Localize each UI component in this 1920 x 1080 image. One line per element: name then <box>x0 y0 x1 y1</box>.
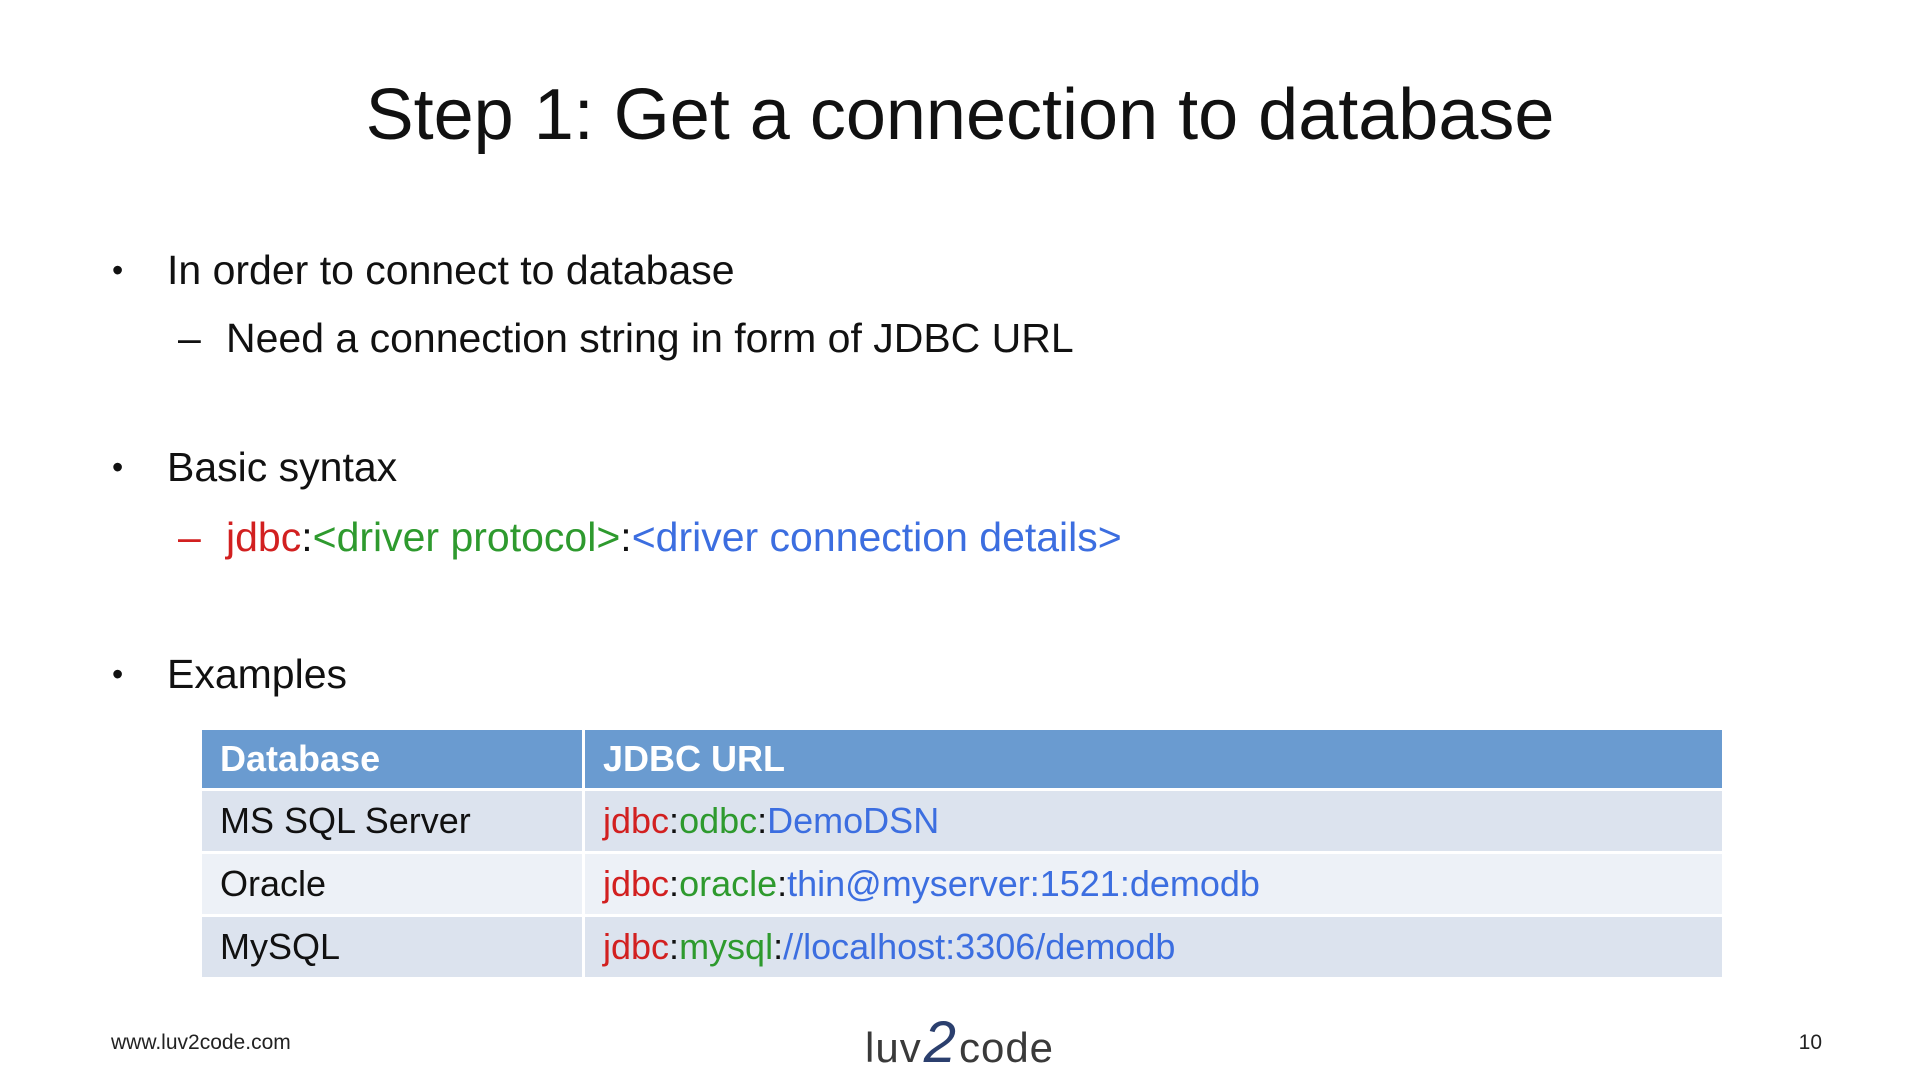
url-details: //localhost:3306/demodb <box>783 926 1176 967</box>
url-separator: : <box>773 926 784 967</box>
table-row: Oracle jdbc:oracle:thin@myserver:1521:de… <box>202 852 1722 917</box>
url-separator: : <box>669 926 680 967</box>
bullet-text: Basic syntax <box>167 444 398 490</box>
url-prefix: jdbc <box>603 926 670 967</box>
bullet-examples: • Examples <box>112 648 347 700</box>
syntax-separator: : <box>620 514 632 560</box>
syntax-line: jdbc:<driver protocol>:<driver connectio… <box>226 511 1122 563</box>
bullet-dot-icon: • <box>112 449 124 485</box>
sub-bullet-syntax: – jdbc:<driver protocol>:<driver connect… <box>178 511 1122 563</box>
dash-icon: – <box>178 315 201 361</box>
bullet-basic-syntax: • Basic syntax <box>112 441 397 493</box>
table-cell-database: Oracle <box>202 852 585 917</box>
slide-title: Step 1: Get a connection to database <box>365 75 1555 155</box>
url-details: DemoDSN <box>767 800 940 841</box>
syntax-prefix: jdbc <box>226 514 302 560</box>
url-prefix: jdbc <box>603 800 670 841</box>
logo-text-right: code <box>958 1024 1055 1071</box>
syntax-details: <driver connection details> <box>631 514 1122 560</box>
syntax-separator: : <box>301 514 313 560</box>
table-cell-jdbc-url: jdbc:odbc:DemoDSN <box>583 789 1722 854</box>
table-header-row: Database JDBC URL <box>202 730 1722 791</box>
table-row: MS SQL Server jdbc:odbc:DemoDSN <box>202 789 1722 854</box>
table-cell-jdbc-url: jdbc:oracle:thin@myserver:1521:demodb <box>583 852 1722 917</box>
logo-text-two: 2 <box>923 1010 957 1075</box>
url-separator: : <box>777 863 788 904</box>
bullet-text: Examples <box>167 651 348 697</box>
table-cell-jdbc-url: jdbc:mysql://localhost:3306/demodb <box>583 915 1722 980</box>
url-protocol: mysql <box>679 926 774 967</box>
table-cell-database: MySQL <box>202 915 585 980</box>
url-prefix: jdbc <box>603 863 670 904</box>
sub-bullet-connection-string: – Need a connection string in form of JD… <box>178 312 1074 364</box>
table-header-database: Database <box>202 730 585 791</box>
syntax-protocol: <driver protocol> <box>312 514 621 560</box>
table-cell-database: MS SQL Server <box>202 789 585 854</box>
bullet-dot-icon: • <box>112 252 124 288</box>
page-number: 10 <box>1798 1031 1822 1054</box>
bullet-text: In order to connect to database <box>167 247 735 293</box>
url-separator: : <box>669 800 680 841</box>
url-protocol: oracle <box>679 863 778 904</box>
dash-icon: – <box>178 514 201 560</box>
url-separator: : <box>757 800 768 841</box>
luv2code-logo: luv 2 code <box>865 1012 1054 1072</box>
url-details: thin@myserver:1521:demodb <box>787 863 1260 904</box>
bullet-dot-icon: • <box>112 656 124 692</box>
logo-text-left: luv <box>865 1024 922 1071</box>
examples-table: Database JDBC URL MS SQL Server jdbc:odb… <box>202 730 1722 980</box>
table-row: MySQL jdbc:mysql://localhost:3306/demodb <box>202 915 1722 980</box>
url-separator: : <box>669 863 680 904</box>
bullet-connect: • In order to connect to database <box>112 244 735 296</box>
table-header-jdbc-url: JDBC URL <box>583 730 1722 791</box>
footer-website: www.luv2code.com <box>111 1031 291 1054</box>
sub-bullet-text: Need a connection string in form of JDBC… <box>226 315 1074 361</box>
url-protocol: odbc <box>679 800 758 841</box>
